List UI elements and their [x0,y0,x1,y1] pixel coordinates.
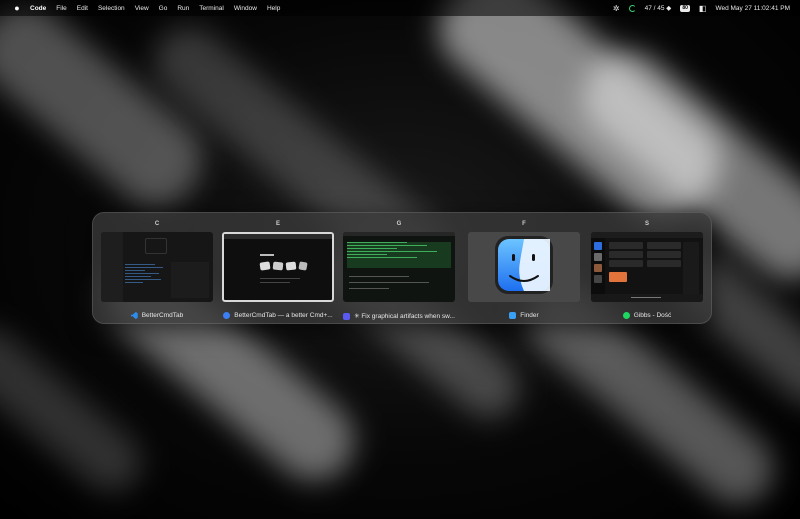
battery-icon[interactable]: 80 [680,4,690,12]
menu-app-name[interactable]: Code [30,5,46,12]
asterisk-icon [223,312,231,319]
menu-go[interactable]: Go [159,5,168,12]
control-center-icon[interactable]: ◧ [699,4,707,13]
terminal-icon [343,312,351,320]
menu-bar: ● Code File Edit Selection View Go Run T… [0,0,800,16]
progress-ring-icon[interactable] [628,4,636,12]
window-thumbnail [591,232,703,302]
window-thumbnail [468,232,580,302]
menu-selection[interactable]: Selection [98,5,125,12]
switcher-item-vscode[interactable]: C BetterCmdTab [99,221,215,319]
menubar-clock[interactable]: Wed May 27 11:02:41 PM [715,5,790,12]
apple-icon[interactable]: ● [10,3,24,13]
window-thumbnail [101,232,213,302]
switcher-item-finder[interactable]: F Finder [466,221,582,319]
vscode-icon [130,312,138,319]
shortcut-key: F [522,221,526,227]
menu-edit[interactable]: Edit [77,5,88,12]
menu-terminal[interactable]: Terminal [199,5,224,12]
switcher-label: Finder [466,312,582,319]
menu-run[interactable]: Run [177,5,189,12]
status-text[interactable]: 47 / 45 ◆ [645,4,672,12]
menu-window[interactable]: Window [234,5,257,12]
menu-view[interactable]: View [135,5,149,12]
finder-small-icon [509,312,517,319]
switcher-label: BetterCmdTab — a better Cmd+... [220,312,336,319]
shortcut-key: C [154,221,160,227]
shortcut-key: S [644,221,649,227]
switcher-item-spotify[interactable]: S Gibbs - Dość [589,221,705,319]
shortcut-key: G [396,221,402,227]
menu-file[interactable]: File [56,5,66,12]
shortcut-key: E [275,221,280,227]
switcher-label: BetterCmdTab [99,312,215,319]
app-switcher-panel: C BetterCmdTab E BetterCmdTab — a better… [92,212,712,324]
switcher-label: Gibbs - Dość [589,312,705,319]
window-thumbnail [343,232,455,302]
switcher-label: ✳ Fix graphical artifacts when sw... [341,312,457,320]
spotify-icon [622,312,630,319]
finder-icon [495,236,553,294]
puzzle-icon[interactable]: ✲ [613,4,620,13]
switcher-item-terminal[interactable]: G ✳ Fix graphical artifacts when sw... [341,221,457,320]
switcher-item-browser[interactable]: E BetterCmdTab — a better Cmd+... [220,221,336,319]
window-thumbnail [222,232,334,302]
menu-help[interactable]: Help [267,5,280,12]
